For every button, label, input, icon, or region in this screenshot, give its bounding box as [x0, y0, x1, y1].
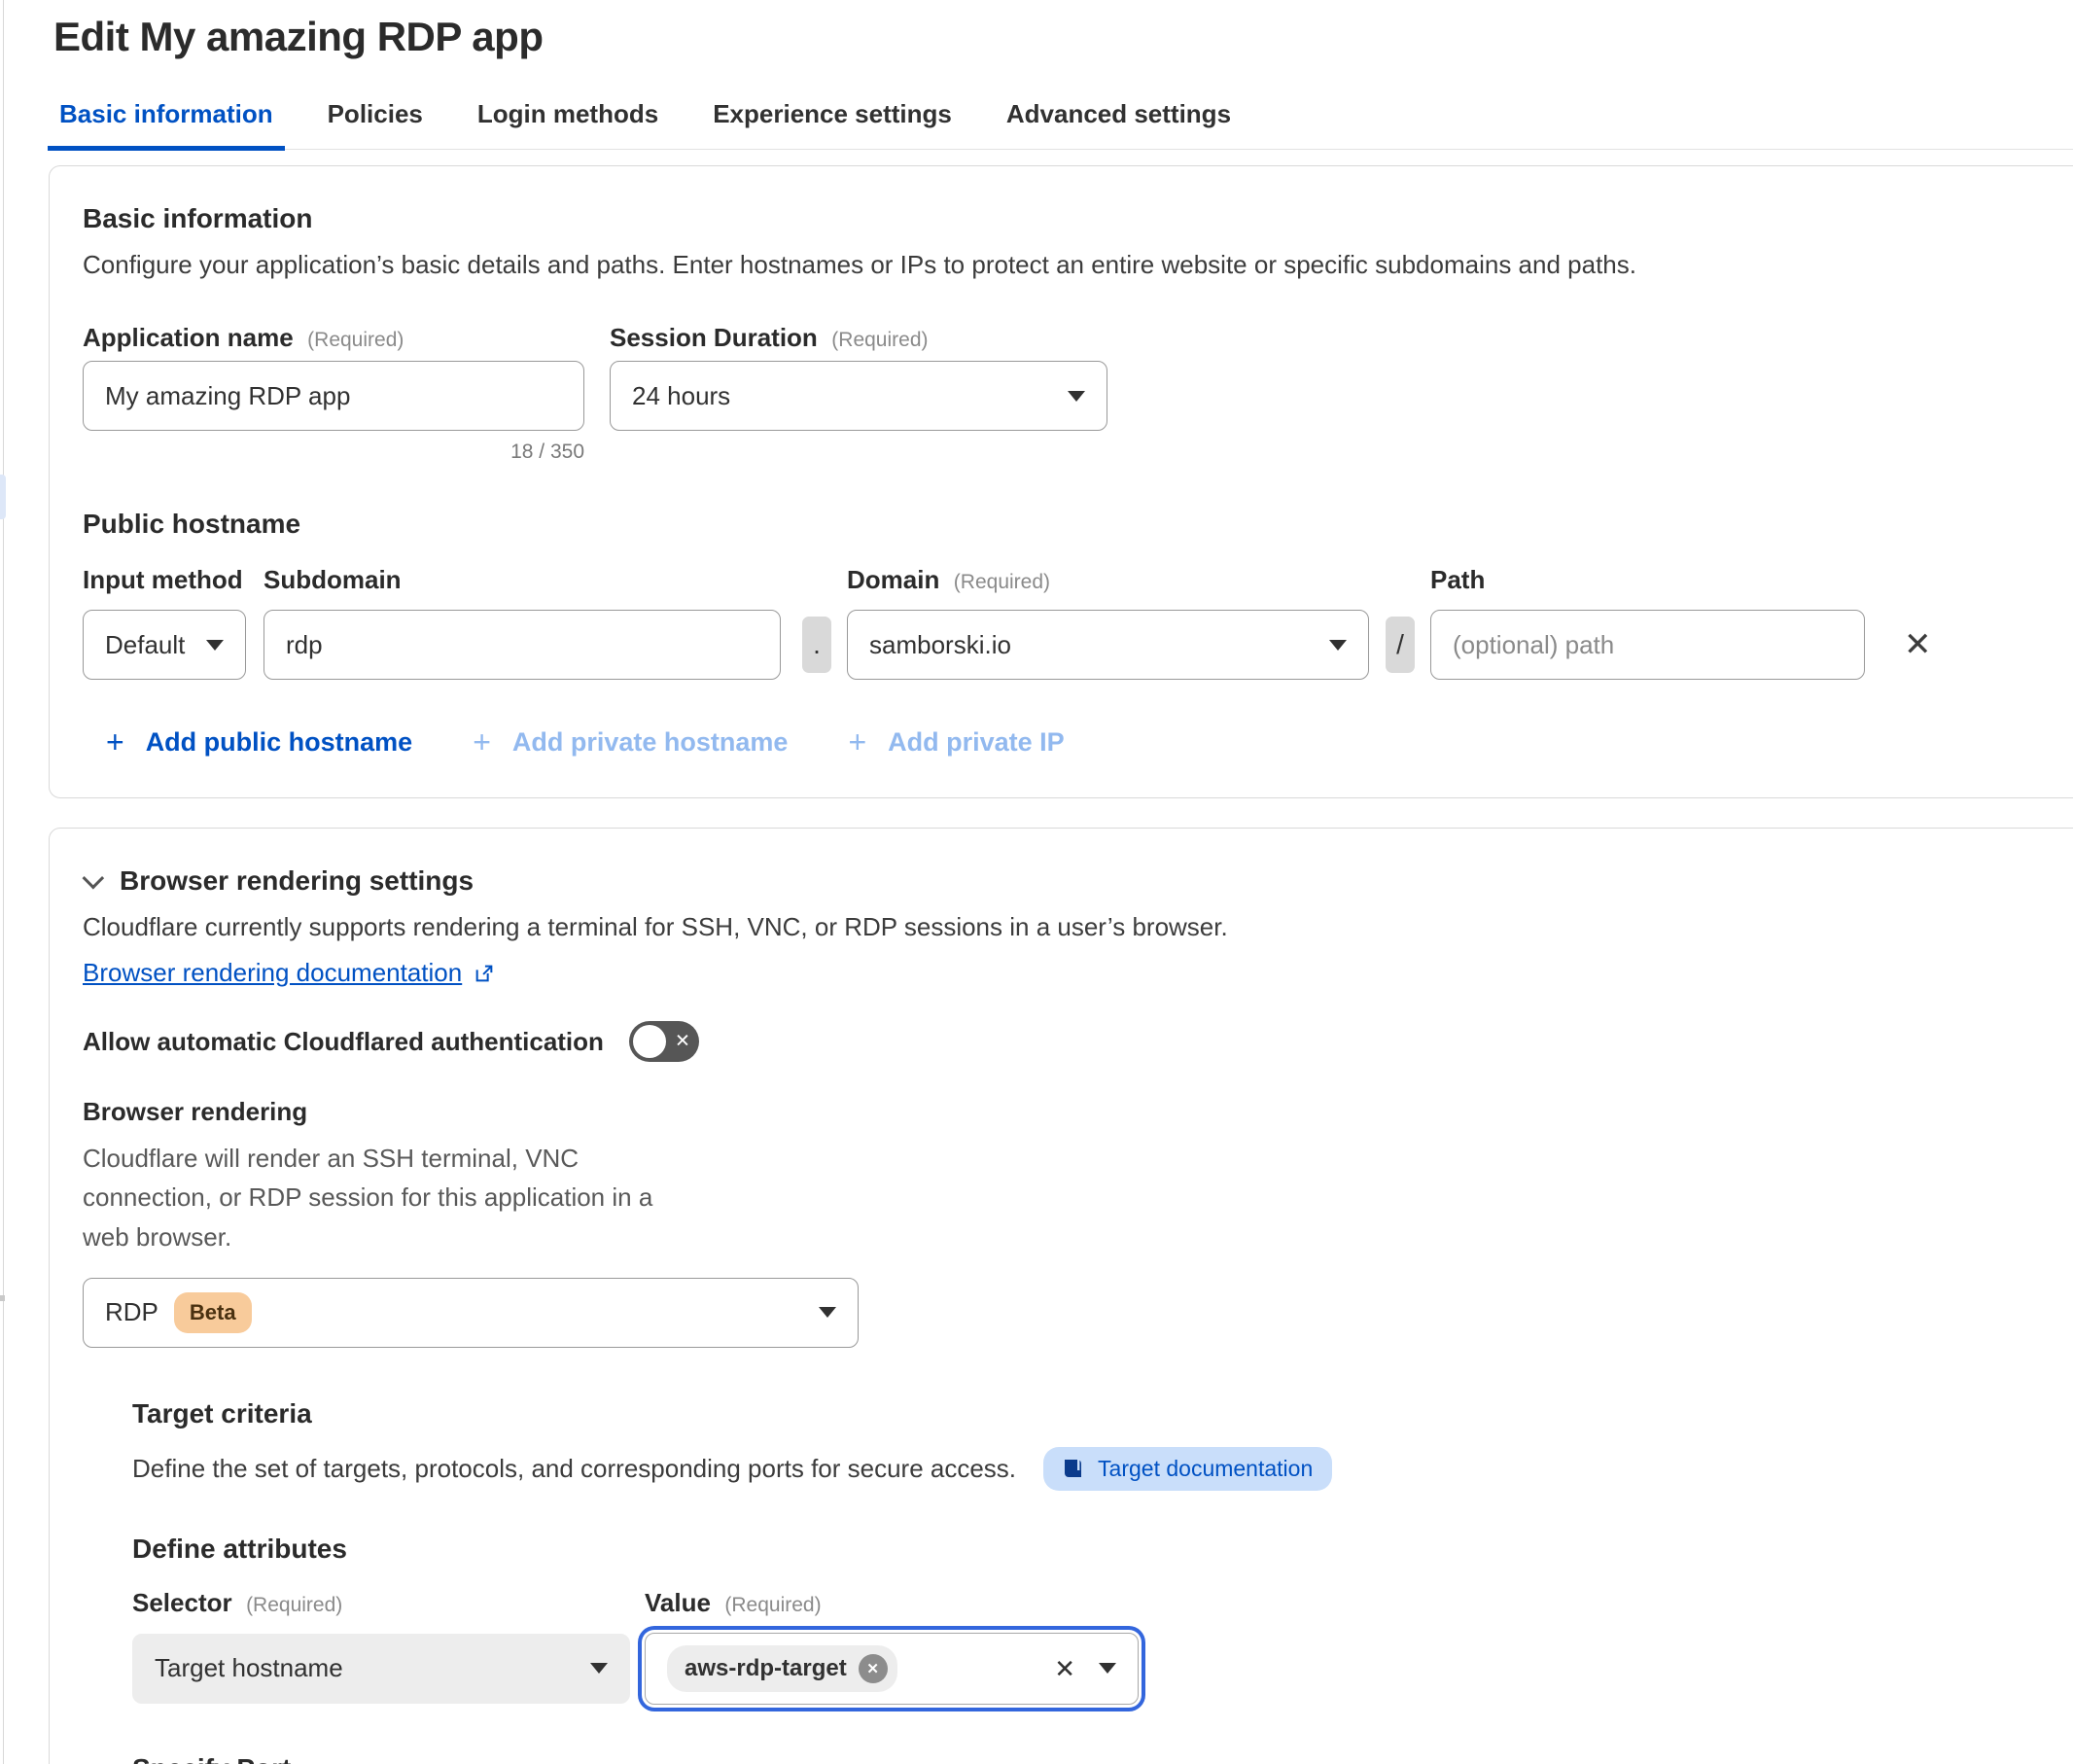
hostname-controls-row: Default . samborski.io / ✕ — [83, 610, 2073, 680]
book-icon — [1063, 1458, 1086, 1479]
page-title: Edit My amazing RDP app — [53, 14, 2073, 60]
left-divider — [3, 0, 4, 1764]
page: Edit My amazing RDP app Basic informatio… — [0, 0, 2073, 1764]
define-attributes-heading: Define attributes — [132, 1534, 2073, 1565]
subdomain-label: Subdomain — [264, 565, 402, 595]
basic-information-card: Basic information Configure your applica… — [49, 165, 2073, 798]
chevron-down-icon — [206, 640, 224, 651]
hostname-labels-row: Input method Subdomain Domain (Required)… — [83, 565, 2073, 600]
session-duration-required: (Required) — [831, 329, 928, 351]
input-method-value: Default — [105, 630, 206, 660]
slash-separator: / — [1386, 617, 1415, 673]
value-multiselect[interactable]: aws-rdp-target ✕ ✕ — [645, 1633, 1139, 1705]
beta-badge: Beta — [174, 1292, 252, 1333]
basic-information-heading: Basic information — [83, 203, 2073, 234]
browser-rendering-sub-description: Cloudflare will render an SSH terminal, … — [83, 1139, 661, 1256]
tab-advanced-settings[interactable]: Advanced settings — [1001, 93, 1237, 149]
value-tag: aws-rdp-target ✕ — [667, 1645, 897, 1692]
browser-rendering-label: Browser rendering — [83, 1097, 2073, 1127]
plus-icon: + — [848, 724, 866, 760]
plus-icon: + — [106, 724, 124, 760]
x-icon: ✕ — [675, 1031, 690, 1053]
session-duration-select[interactable]: 24 hours — [610, 361, 1107, 431]
session-duration-field-group: Session Duration (Required) 24 hours — [610, 323, 1107, 464]
dot-separator: . — [802, 617, 831, 673]
chevron-down-icon — [819, 1307, 836, 1318]
hostname-actions-row: + Add public hostname + Add private host… — [83, 724, 2073, 760]
remove-tag-icon[interactable]: ✕ — [859, 1654, 888, 1683]
session-duration-label: Session Duration — [610, 323, 818, 352]
target-criteria-section: Target criteria Define the set of target… — [132, 1398, 2073, 1764]
tab-bar: Basic information Policies Login methods… — [53, 93, 2073, 150]
add-private-hostname-button[interactable]: + Add private hostname — [473, 724, 788, 760]
application-name-label: Application name — [83, 323, 294, 352]
chevron-down-icon — [1329, 640, 1347, 651]
session-duration-value: 24 hours — [632, 381, 1068, 411]
domain-label: Domain — [847, 565, 939, 594]
application-name-input[interactable] — [83, 361, 584, 431]
selector-label: Selector — [132, 1588, 232, 1617]
selector-value: Target hostname — [155, 1653, 590, 1683]
browser-rendering-description: Cloudflare currently supports rendering … — [83, 912, 2073, 942]
browser-rendering-heading: Browser rendering settings — [120, 865, 474, 897]
add-public-hostname-button[interactable]: + Add public hostname — [106, 724, 412, 760]
chevron-down-icon — [1099, 1663, 1116, 1674]
selector-select[interactable]: Target hostname — [132, 1634, 630, 1704]
application-name-field-group: Application name (Required) 18 / 350 — [83, 323, 584, 464]
left-edge-tick — [0, 1295, 5, 1301]
chevron-down-icon — [1068, 391, 1085, 402]
basic-information-description: Configure your application’s basic detai… — [83, 250, 2073, 280]
subdomain-input[interactable] — [264, 610, 781, 680]
rendering-type-select[interactable]: RDP Beta — [83, 1278, 859, 1348]
character-counter: 18 / 350 — [83, 441, 584, 464]
domain-required: (Required) — [954, 571, 1050, 593]
toggle-knob — [633, 1025, 666, 1058]
name-duration-row: Application name (Required) 18 / 350 Ses… — [83, 323, 2073, 464]
browser-rendering-card: Browser rendering settings Cloudflare cu… — [49, 828, 2073, 1764]
tab-login-methods[interactable]: Login methods — [472, 93, 664, 149]
target-criteria-heading: Target criteria — [132, 1398, 2073, 1429]
cloudflared-auth-label: Allow automatic Cloudflared authenticati… — [83, 1027, 604, 1057]
external-link-icon — [474, 963, 495, 984]
path-input[interactable] — [1430, 610, 1865, 680]
tab-basic-information[interactable]: Basic information — [53, 93, 279, 149]
selector-required: (Required) — [246, 1594, 342, 1616]
chevron-down-icon[interactable] — [83, 867, 105, 890]
browser-rendering-header: Browser rendering settings — [83, 865, 2073, 897]
path-label: Path — [1430, 565, 1485, 595]
chevron-down-icon — [590, 1663, 608, 1674]
target-documentation-badge[interactable]: Target documentation — [1043, 1447, 1332, 1491]
public-hostname-heading: Public hostname — [83, 509, 2073, 540]
tab-policies[interactable]: Policies — [322, 93, 429, 149]
remove-hostname-icon[interactable]: ✕ — [1904, 628, 1932, 661]
input-method-label: Input method — [83, 565, 243, 595]
target-criteria-description: Define the set of targets, protocols, an… — [132, 1454, 1016, 1484]
domain-select[interactable]: samborski.io — [847, 610, 1369, 680]
plus-icon: + — [473, 724, 491, 760]
value-label: Value — [645, 1588, 711, 1617]
input-method-select[interactable]: Default — [83, 610, 246, 680]
tab-experience-settings[interactable]: Experience settings — [707, 93, 958, 149]
browser-rendering-doc-link[interactable]: Browser rendering documentation — [83, 958, 462, 988]
clear-value-icon[interactable]: ✕ — [1054, 1656, 1075, 1681]
cloudflared-auth-toggle[interactable]: ✕ — [629, 1021, 699, 1062]
rendering-type-value: RDP — [105, 1297, 158, 1327]
domain-value: samborski.io — [869, 630, 1329, 660]
value-required: (Required) — [724, 1594, 821, 1616]
add-private-ip-button[interactable]: + Add private IP — [848, 724, 1064, 760]
left-edge-fragment — [0, 475, 6, 519]
application-name-required: (Required) — [307, 329, 404, 351]
specify-port-heading: Specify Port — [132, 1753, 2073, 1764]
